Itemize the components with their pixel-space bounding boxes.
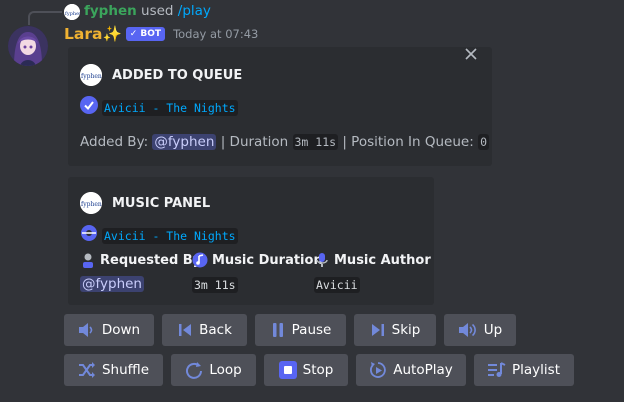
svg-text:fyphen: fyphen (81, 201, 102, 208)
track-name: Avicii - The Nights (102, 225, 238, 244)
button-label: Pause (291, 322, 332, 338)
stop-icon (278, 361, 297, 379)
position-value: 0 (478, 134, 489, 150)
author-name[interactable]: Lara✨ (64, 25, 122, 43)
queue-details: Added By: @fyphen | Duration 3m 11s | Po… (80, 134, 489, 150)
skip-back-icon (179, 324, 192, 336)
field-music-duration: Music Duration (192, 252, 323, 268)
message-header: Lara✨ ✓ BOT Today at 07:43 (64, 25, 258, 43)
user-icon (80, 252, 96, 268)
embed-title: MUSIC PANEL (112, 196, 211, 211)
requested-by-mention[interactable]: @fyphen (80, 276, 144, 292)
track-name: Avicii - The Nights (102, 97, 238, 116)
loop-button[interactable]: Loop (171, 354, 256, 386)
autoplay-icon (370, 362, 387, 378)
stop-button[interactable]: Stop (264, 354, 348, 386)
music-duration-value: 3m 11s (192, 277, 238, 293)
music-author-value: Avicii (314, 277, 360, 293)
skip-button[interactable]: Skip (354, 314, 436, 346)
field-name: Music Duration (212, 252, 323, 268)
shuffle-button[interactable]: Shuffle (64, 354, 163, 386)
embed-title: ADDED TO QUEUE (112, 68, 243, 83)
down-button[interactable]: Down (64, 314, 154, 346)
close-icon[interactable] (462, 47, 480, 65)
volume-down-icon (78, 323, 93, 337)
embed-music-panel: fyphen MUSIC PANEL Avicii - The Nights R… (68, 177, 434, 305)
check-badge-icon (80, 96, 98, 114)
playlist-button[interactable]: Playlist (474, 354, 574, 386)
added-by-mention[interactable]: @fyphen (152, 134, 217, 150)
reply-username[interactable]: fyphen (84, 3, 137, 19)
pause-icon (272, 323, 283, 337)
button-label: AutoPlay (393, 362, 453, 378)
button-label: Loop (209, 362, 242, 378)
bot-badge: ✓ BOT (125, 27, 166, 41)
up-button[interactable]: Up (444, 314, 516, 346)
position-label: | Position In Queue: (342, 134, 474, 150)
button-label: Stop (302, 362, 334, 378)
button-label: Down (101, 322, 141, 338)
music-note-icon (192, 252, 208, 268)
reply-text: fyphen used /play (84, 3, 211, 19)
reply-verb: used (141, 3, 174, 19)
back-button[interactable]: Back (162, 314, 247, 346)
embed-author-icon: fyphen (80, 192, 102, 214)
button-label: Shuffle (101, 362, 150, 378)
duration-value: 3m 11s (292, 134, 339, 150)
button-label: Up (483, 322, 503, 338)
field-value-music-duration: 3m 11s (192, 274, 238, 293)
duration-label: | Duration (220, 134, 289, 150)
disc-icon (80, 224, 98, 242)
loop-icon (186, 362, 203, 379)
track-name-code[interactable]: Avicii - The Nights (102, 100, 238, 116)
reply-avatar[interactable]: fyphen (64, 4, 80, 20)
microphone-icon (314, 252, 330, 268)
embed-added-to-queue: fyphen ADDED TO QUEUE Avicii - The Night… (68, 47, 492, 166)
reply-command[interactable]: /play (178, 3, 211, 19)
embed-author-icon: fyphen (80, 64, 102, 86)
autoplay-button[interactable]: AutoPlay (356, 354, 466, 386)
field-value-requested-by: @fyphen (80, 273, 144, 292)
field-music-author: Music Author (314, 252, 431, 268)
skip-forward-icon (371, 324, 384, 336)
playlist-icon (488, 362, 506, 377)
svg-text:fyphen: fyphen (65, 11, 80, 17)
button-label: Skip (391, 322, 421, 338)
field-requested-by: Requested By (80, 252, 201, 268)
button-label: Playlist (512, 362, 560, 378)
field-value-music-author: Avicii (314, 274, 360, 293)
field-name: Requested By (100, 252, 202, 268)
pause-button[interactable]: Pause (255, 314, 346, 346)
svg-text:fyphen: fyphen (81, 73, 102, 80)
field-name: Music Author (334, 252, 431, 268)
button-label: Back (199, 322, 232, 338)
shuffle-icon (78, 362, 95, 378)
added-by-label: Added By: (80, 134, 149, 150)
track-name-code[interactable]: Avicii - The Nights (102, 228, 238, 244)
avatar[interactable] (8, 26, 48, 66)
volume-up-icon (458, 323, 476, 337)
reply-connector (28, 11, 62, 25)
timestamp[interactable]: Today at 07:43 (173, 27, 258, 41)
